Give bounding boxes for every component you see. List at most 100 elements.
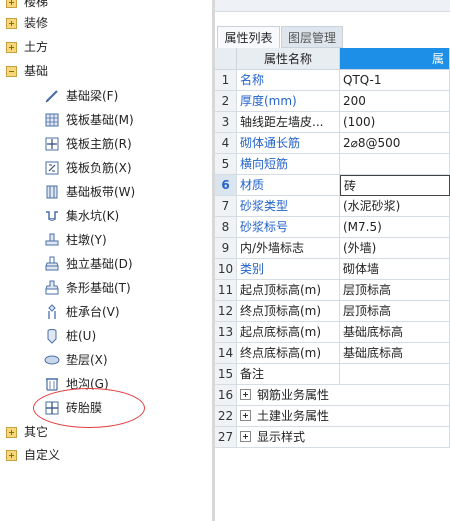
- panel-tabs: 属性列表 图层管理: [215, 26, 450, 48]
- isolated-foundation-icon: [44, 256, 60, 272]
- folder-expanded-icon[interactable]: [6, 66, 17, 77]
- property-row[interactable]: 8 砂浆标号 (M7.5): [215, 217, 450, 238]
- tree-child-label: 基础梁(F): [66, 89, 119, 103]
- property-group-row[interactable]: 27 显示样式: [215, 427, 450, 448]
- tab-property-list[interactable]: 属性列表: [217, 26, 280, 48]
- row-index: 11: [215, 280, 237, 301]
- pile-icon: [44, 328, 60, 344]
- expand-plus-icon[interactable]: [240, 431, 251, 442]
- property-value[interactable]: (100): [340, 112, 450, 133]
- property-value[interactable]: QTQ-1: [340, 70, 450, 91]
- property-row[interactable]: 13 起点底标高(m) 基础底标高: [215, 322, 450, 343]
- row-index: 14: [215, 343, 237, 364]
- property-value[interactable]: (外墙): [340, 238, 450, 259]
- tab-layer-management[interactable]: 图层管理: [281, 26, 343, 48]
- group-label: 显示样式: [257, 430, 306, 444]
- folder-collapsed-icon[interactable]: [6, 0, 17, 8]
- property-value[interactable]: 层顶标高: [340, 280, 450, 301]
- tree-child-label: 基础板带(W): [66, 185, 136, 199]
- tree-child-label: 集水坑(K): [66, 209, 120, 223]
- property-name: 起点底标高(m): [237, 322, 340, 343]
- property-row[interactable]: 14 终点底标高(m) 基础底标高: [215, 343, 450, 364]
- tree-item-label: 土方: [24, 40, 49, 54]
- property-row[interactable]: 1 名称 QTQ-1: [215, 70, 450, 91]
- property-name: 厚度(mm): [237, 91, 340, 112]
- folder-collapsed-icon[interactable]: [6, 42, 17, 53]
- property-name: 终点底标高(m): [237, 343, 340, 364]
- folder-collapsed-icon[interactable]: [6, 18, 17, 29]
- row-index: 16: [215, 385, 237, 406]
- cushion-layer-icon: [44, 352, 60, 368]
- property-group-row[interactable]: 22 土建业务属性: [215, 406, 450, 427]
- folder-collapsed-icon[interactable]: [6, 450, 17, 461]
- sump-pit-icon: [44, 208, 60, 224]
- property-value[interactable]: [340, 364, 450, 385]
- expand-plus-icon[interactable]: [240, 389, 251, 400]
- row-index: 4: [215, 133, 237, 154]
- property-value[interactable]: [340, 154, 450, 175]
- property-name: 名称: [237, 70, 340, 91]
- group-label: 土建业务属性: [257, 409, 330, 423]
- property-row[interactable]: 10 类别 砌体墙: [215, 259, 450, 280]
- property-row[interactable]: 9 内/外墙标志 (外墙): [215, 238, 450, 259]
- row-index: 22: [215, 406, 237, 427]
- row-index: 8: [215, 217, 237, 238]
- tree-child-label: 条形基础(T): [66, 281, 131, 295]
- property-value[interactable]: 基础底标高: [340, 343, 450, 364]
- tree-child-label: 桩(U): [66, 329, 97, 343]
- foundation-beam-icon: [44, 88, 60, 104]
- column-pier-icon: [44, 232, 60, 248]
- header-property-name: 属性名称: [237, 48, 340, 70]
- property-row[interactable]: 11 起点顶标高(m) 层顶标高: [215, 280, 450, 301]
- property-name: 备注: [237, 364, 340, 385]
- property-value[interactable]: (M7.5): [340, 217, 450, 238]
- property-value[interactable]: 层顶标高: [340, 301, 450, 322]
- property-group-name[interactable]: 土建业务属性: [237, 406, 450, 427]
- property-name: 材质: [237, 175, 340, 196]
- panel-toolbar: [215, 0, 450, 12]
- property-name: 内/外墙标志: [237, 238, 340, 259]
- property-row[interactable]: 2 厚度(mm) 200: [215, 91, 450, 112]
- tree-item-label: 自定义: [24, 448, 61, 462]
- trench-icon: [44, 376, 60, 392]
- property-row[interactable]: 5 横向短筋: [215, 154, 450, 175]
- expand-plus-icon[interactable]: [240, 410, 251, 421]
- tree-item-label: 其它: [24, 425, 49, 439]
- property-value[interactable]: 砌体墙: [340, 259, 450, 280]
- tree-child-label: 垫层(X): [66, 353, 108, 367]
- property-panel: 属性列表 图层管理 属性名称 属性 1 名称 QTQ-1 2 厚度(mm) 200 3 轴线距…: [215, 0, 450, 521]
- tree-child-label: 筏板主筋(R): [66, 137, 132, 151]
- header-property-value: 属性: [340, 48, 450, 88]
- property-name: 终点顶标高(m): [237, 301, 340, 322]
- foundation-strip-icon: [44, 184, 60, 200]
- row-index: 5: [215, 154, 237, 175]
- tree-child-label: 桩承台(V): [66, 305, 120, 319]
- component-tree: 楼梯 装修 土方 基础 基础梁(F) 筏板基础(M) 筏板主筋(R) 筏板负筋(…: [0, 0, 212, 521]
- tree-item-label: 装修: [24, 16, 49, 30]
- row-index: 9: [215, 238, 237, 259]
- pile-cap-icon: [44, 304, 60, 320]
- property-group-row[interactable]: 16 钢筋业务属性: [215, 385, 450, 406]
- property-row[interactable]: 12 终点顶标高(m) 层顶标高: [215, 301, 450, 322]
- property-value[interactable]: 基础底标高: [340, 322, 450, 343]
- row-index: 10: [215, 259, 237, 280]
- property-value[interactable]: 200: [340, 91, 450, 112]
- header-index: [215, 48, 237, 70]
- property-row[interactable]: 15 备注: [215, 364, 450, 385]
- tree-child-label: 独立基础(D): [66, 257, 133, 271]
- property-row[interactable]: 3 轴线距左墙皮... (100): [215, 112, 450, 133]
- tree-child-label: 筏板负筋(X): [66, 161, 132, 175]
- strip-foundation-icon: [44, 280, 60, 296]
- property-row[interactable]: 4 砌体通长筋 2⌀8@500: [215, 133, 450, 154]
- property-value[interactable]: (水泥砂浆): [340, 196, 450, 217]
- property-value[interactable]: 2⌀8@500: [340, 133, 450, 154]
- raft-negative-rebar-icon: [44, 160, 60, 176]
- property-group-name[interactable]: 显示样式: [237, 427, 450, 448]
- property-value[interactable]: 砖: [340, 175, 450, 196]
- property-group-name[interactable]: 钢筋业务属性: [237, 385, 450, 406]
- property-row[interactable]: 7 砂浆类型 (水泥砂浆): [215, 196, 450, 217]
- property-row[interactable]: 6 材质砖: [215, 175, 450, 196]
- property-name: 砌体通长筋: [237, 133, 340, 154]
- folder-collapsed-icon[interactable]: [6, 427, 17, 438]
- tree-child-label: 筏板基础(M): [66, 113, 134, 127]
